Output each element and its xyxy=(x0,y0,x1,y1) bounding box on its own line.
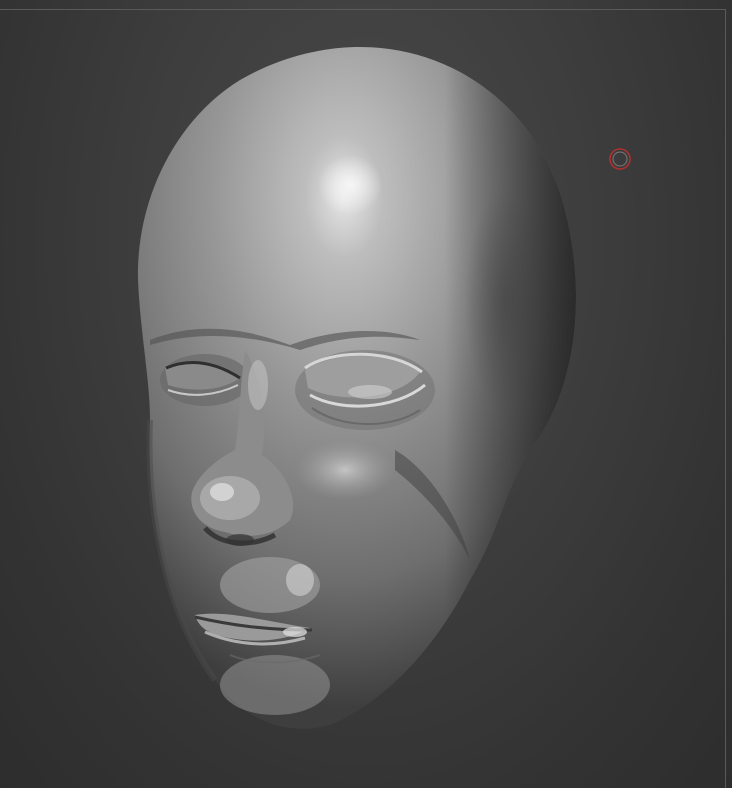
brush-cursor-icon xyxy=(609,148,631,170)
sculpt-model[interactable] xyxy=(0,0,732,788)
canvas-viewport[interactable] xyxy=(0,0,732,788)
